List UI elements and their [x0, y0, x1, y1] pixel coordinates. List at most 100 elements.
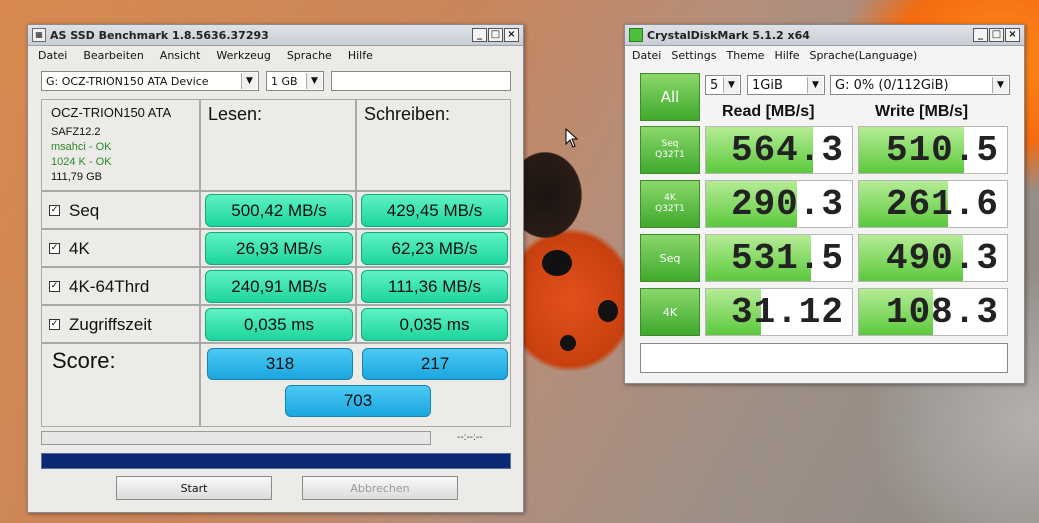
chevron-down-icon: ▼	[807, 77, 823, 93]
seq-button[interactable]: Seq	[640, 234, 700, 282]
4k-read: 31.12	[705, 288, 853, 336]
read-header-cell: Lesen:	[200, 99, 356, 191]
4k-q32t1-read-value: 290.3	[730, 183, 844, 225]
seq-q32t1-line1: Seq	[661, 139, 679, 149]
seq-read-value: 500,42 MB/s	[205, 194, 353, 227]
menu-hilfe[interactable]: Hilfe	[340, 49, 381, 62]
score-write-value: 217	[362, 348, 508, 380]
4k-read-value: 31.12	[730, 291, 844, 333]
minimize-button[interactable]: _	[973, 28, 988, 42]
4k-read-value: 26,93 MB/s	[205, 232, 353, 265]
ladybug-spot	[598, 300, 618, 322]
seq-q32t1-write: 510.5	[858, 126, 1008, 174]
menu-language[interactable]: Sprache(Language)	[804, 49, 922, 62]
cdm-menubar: Datei Settings Theme Hilfe Sprache(Langu…	[625, 46, 1024, 64]
4k-button[interactable]: 4K	[640, 288, 700, 336]
device-name: OCZ-TRION150 ATA	[51, 105, 172, 120]
alignment-status: 1024 K - OK	[51, 156, 112, 168]
cdm-window: CrystalDiskMark 5.1.2 x64 _ □ × Datei Se…	[624, 24, 1025, 384]
size-select[interactable]: 1GiB ▼	[747, 75, 825, 95]
4k64-checkbox[interactable]: ✓	[49, 281, 60, 292]
menu-theme[interactable]: Theme	[721, 49, 769, 62]
size-select-value: 1GiB	[752, 77, 783, 93]
as-ssd-titlebar: ▦ AS SSD Benchmark 1.8.5636.37293 _ □ ×	[28, 25, 523, 46]
progress-bar	[41, 453, 511, 469]
menu-settings[interactable]: Settings	[666, 49, 721, 62]
4k-write: 108.3	[858, 288, 1008, 336]
count-select[interactable]: 5 ▼	[705, 75, 741, 95]
mouse-cursor-icon	[565, 128, 579, 148]
menu-sprache[interactable]: Sprache	[279, 49, 340, 62]
4k-q32t1-line2: Q32T1	[655, 204, 685, 214]
drive-select-value: G: 0% (0/112GiB)	[835, 77, 949, 93]
ladybug-spot	[560, 335, 576, 351]
row-4k: ✓ 4K	[41, 229, 200, 267]
window-title: CrystalDiskMark 5.1.2 x64	[647, 28, 810, 42]
row-4k64: ✓ 4K-64Thrd	[41, 267, 200, 305]
extra-input[interactable]	[331, 71, 511, 91]
cdm-titlebar: CrystalDiskMark 5.1.2 x64 _ □ ×	[625, 25, 1024, 46]
menu-ansicht[interactable]: Ansicht	[152, 49, 209, 62]
close-button[interactable]: ×	[504, 28, 519, 42]
write-header: Write [MB/s]	[875, 103, 969, 120]
4k-q32t1-write: 261.6	[858, 180, 1008, 228]
drive-select[interactable]: G: 0% (0/112GiB) ▼	[830, 75, 1010, 95]
row-access: ✓ Zugriffszeit	[41, 305, 200, 343]
4k-write-value: 62,23 MB/s	[361, 232, 508, 265]
menu-datei[interactable]: Datei	[30, 49, 75, 62]
seq-line1: Seq	[659, 251, 681, 265]
score-total-value: 703	[285, 385, 431, 417]
write-header-cell: Schreiben:	[356, 99, 511, 191]
comment-input[interactable]	[640, 343, 1008, 373]
all-button-label: All	[660, 87, 680, 106]
device-info-panel: OCZ-TRION150 ATA SAFZ12.2 msahci - OK 10…	[41, 99, 200, 191]
row-seq: ✓ Seq	[41, 191, 200, 229]
start-button[interactable]: Start	[116, 476, 272, 500]
progress-track	[41, 431, 431, 445]
count-select-value: 5	[710, 77, 719, 93]
app-icon	[629, 28, 643, 42]
seq-q32t1-button[interactable]: Seq Q32T1	[640, 126, 700, 174]
access-label: Zugriffszeit	[69, 315, 152, 334]
size-select-value: 1 GB	[271, 74, 298, 88]
seq-q32t1-line2: Q32T1	[655, 150, 685, 160]
menu-werkzeug[interactable]: Werkzeug	[208, 49, 278, 62]
score-label: Score:	[52, 348, 116, 373]
seq-read-value: 531.5	[730, 237, 844, 279]
menu-datei[interactable]: Datei	[627, 49, 666, 62]
maximize-button[interactable]: □	[488, 28, 503, 42]
msahci-status: msahci - OK	[51, 141, 112, 153]
firmware: SAFZ12.2	[51, 126, 101, 138]
access-write-value: 0,035 ms	[361, 308, 508, 341]
abort-button[interactable]: Abbrechen	[302, 476, 458, 500]
size-select[interactable]: 1 GB ▼	[266, 71, 324, 91]
window-title: AS SSD Benchmark 1.8.5636.37293	[50, 28, 269, 42]
access-checkbox[interactable]: ✓	[49, 319, 60, 330]
score-read-value: 318	[207, 348, 353, 380]
4k-checkbox[interactable]: ✓	[49, 243, 60, 254]
maximize-button[interactable]: □	[989, 28, 1004, 42]
seq-read: 531.5	[705, 234, 853, 282]
4k-q32t1-button[interactable]: 4K Q32T1	[640, 180, 700, 228]
seq-q32t1-read-value: 564.3	[730, 129, 844, 171]
seq-q32t1-read: 564.3	[705, 126, 853, 174]
seq-q32t1-write-value: 510.5	[885, 129, 999, 171]
4k-q32t1-write-value: 261.6	[885, 183, 999, 225]
drive-select[interactable]: G: OCZ-TRION150 ATA Device ▼	[41, 71, 259, 91]
4k64-label: 4K-64Thrd	[69, 277, 150, 296]
close-button[interactable]: ×	[1005, 28, 1020, 42]
drive-select-value: G: OCZ-TRION150 ATA Device	[46, 74, 209, 88]
all-button[interactable]: All	[640, 73, 700, 121]
seq-write: 490.3	[858, 234, 1008, 282]
seq-write-value: 490.3	[885, 237, 999, 279]
access-read-value: 0,035 ms	[205, 308, 353, 341]
read-header: Read [MB/s]	[722, 103, 815, 120]
4k64-write-value: 111,36 MB/s	[361, 270, 508, 303]
4k64-read-value: 240,91 MB/s	[205, 270, 353, 303]
seq-checkbox[interactable]: ✓	[49, 205, 60, 216]
as-ssd-menubar: Datei Bearbeiten Ansicht Werkzeug Sprach…	[28, 46, 523, 64]
menu-hilfe[interactable]: Hilfe	[769, 49, 804, 62]
chevron-down-icon: ▼	[306, 73, 322, 89]
menu-bearbeiten[interactable]: Bearbeiten	[75, 49, 151, 62]
minimize-button[interactable]: _	[472, 28, 487, 42]
